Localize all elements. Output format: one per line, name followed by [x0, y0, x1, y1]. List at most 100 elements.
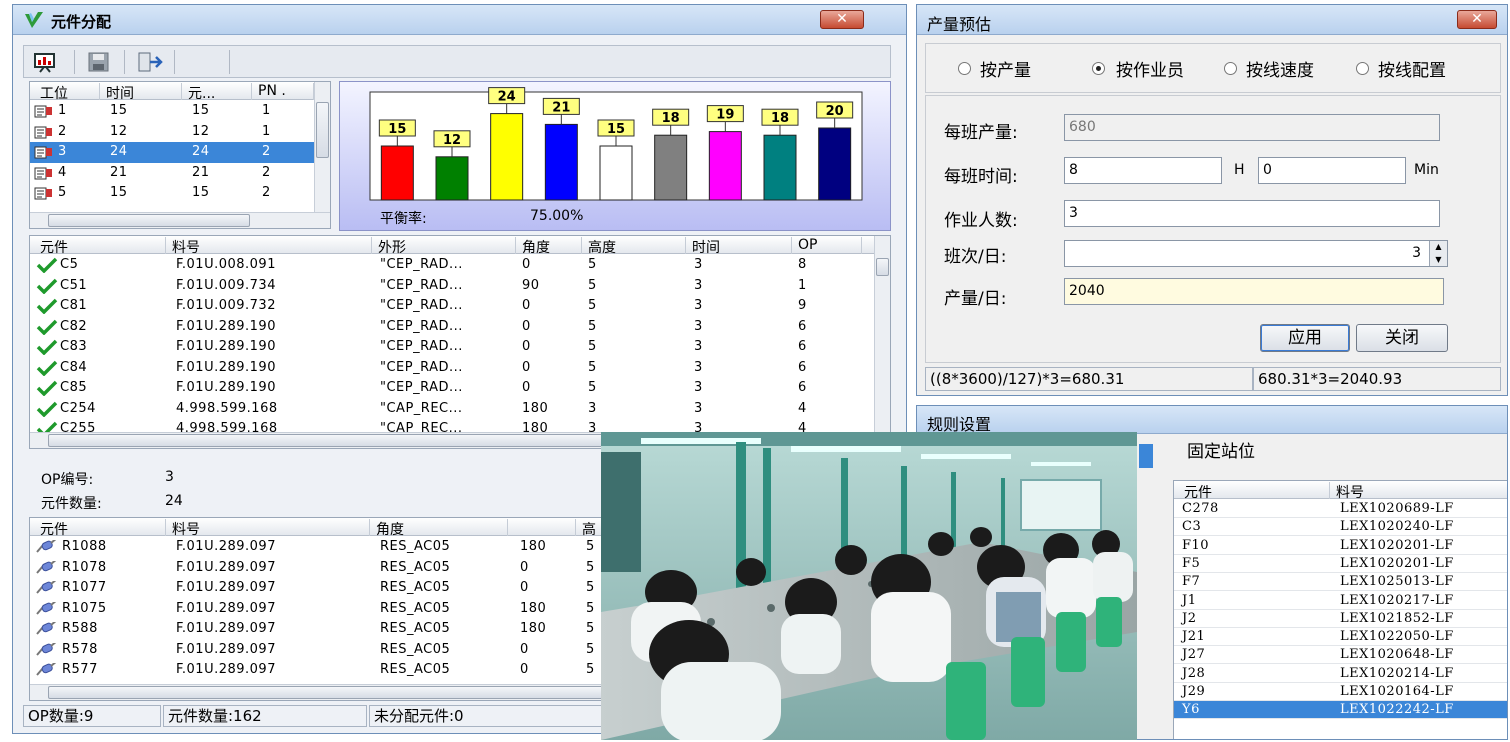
component-cell: 5	[588, 359, 597, 375]
radio-label[interactable]: 按产量	[980, 56, 1031, 81]
close-button[interactable]: ✕	[1457, 10, 1497, 29]
operators-field[interactable]: 3	[1064, 200, 1440, 227]
rule-row[interactable]: J1 LEX1020217-LF	[1174, 592, 1507, 610]
radio-by-line-config[interactable]	[1356, 62, 1369, 75]
op-row[interactable]: R1078 F.01U.289.097 RES_AC05 0 5	[30, 557, 618, 579]
component-row[interactable]: C84 F.01U.289.190 "CEP_RAD... 0 5 3 6	[30, 358, 876, 379]
horizontal-scrollbar[interactable]	[30, 684, 618, 700]
scroll-thumb[interactable]	[48, 214, 250, 227]
rule-row[interactable]: J2 LEX1021852-LF	[1174, 610, 1507, 628]
station-row[interactable]: 5 15 15 2	[30, 183, 316, 204]
stepper-down-button[interactable]: ▼	[1429, 253, 1447, 266]
rule-row[interactable]: C3 LEX1020240-LF	[1174, 518, 1507, 537]
column-header[interactable]: PN .	[252, 83, 314, 100]
vertical-scrollbar[interactable]	[314, 82, 330, 212]
radio-label[interactable]: 按作业员	[1116, 56, 1184, 81]
rule-part-number: LEX1022050-LF	[1340, 629, 1454, 645]
rule-row[interactable]: F5 LEX1020201-LF	[1174, 555, 1507, 573]
column-header[interactable]: 高度	[582, 237, 686, 256]
component-row[interactable]: C81 F.01U.009.732 "CEP_RAD... 0 5 3 9	[30, 296, 876, 317]
close-button[interactable]: ✕	[820, 10, 864, 29]
tab-fixed-station[interactable]: 固定站位	[1187, 437, 1255, 462]
window-title: 元件分配	[51, 13, 112, 31]
radio-by-output[interactable]	[958, 62, 971, 75]
scroll-thumb[interactable]	[316, 102, 329, 158]
op-row[interactable]: R1088 F.01U.289.097 RES_AC05 180 5	[30, 537, 618, 558]
op-row[interactable]: R1077 F.01U.289.097 RES_AC05 0 5	[30, 578, 618, 599]
fixed-station-table[interactable]: 元件 料号 C278 LEX1020689-LF C3 LEX1020240-LF F1…	[1173, 480, 1507, 739]
op-row[interactable]: R1075 F.01U.289.097 RES_AC05 180 5	[30, 598, 618, 620]
station-list[interactable]: 工位 时间 元... PN . 1 15 15 1 2 12 12 1 3 24 24 2 4 21 21 2…	[29, 81, 331, 229]
column-header[interactable]: 外形	[372, 237, 516, 256]
hours-field[interactable]: 8	[1064, 157, 1222, 184]
rule-row[interactable]: F7 LEX1025013-LF	[1174, 573, 1507, 592]
rule-row[interactable]: C278 LEX1020689-LF	[1174, 500, 1507, 518]
column-header[interactable]: 料号	[166, 237, 372, 256]
component-row[interactable]: C5 F.01U.008.091 "CEP_RAD... 0 5 3 8	[30, 255, 876, 276]
radio-by-line-speed[interactable]	[1224, 62, 1237, 75]
save-button[interactable]	[86, 51, 112, 73]
op-cell: 180	[520, 539, 547, 554]
rule-row[interactable]: Y6 LEX1022242-LF	[1174, 701, 1507, 720]
column-header[interactable]: 时间	[100, 83, 182, 102]
shifts-stepper[interactable]: 3 ▲ ▼	[1064, 240, 1448, 267]
component-cell: 3	[694, 339, 703, 354]
rule-row[interactable]: J29 LEX1020164-LF	[1174, 683, 1507, 701]
column-header[interactable]: OP	[792, 237, 862, 254]
op-cell: 5	[586, 559, 595, 575]
radio-by-operator[interactable]	[1092, 62, 1105, 75]
column-header[interactable]: 角度	[370, 519, 508, 538]
close-dialog-button[interactable]: 关闭	[1356, 324, 1448, 352]
component-row[interactable]: C82 F.01U.289.190 "CEP_RAD... 0 5 3 6	[30, 317, 876, 338]
left-pane-selection[interactable]	[1139, 444, 1153, 468]
component-cell: 3	[694, 359, 703, 375]
column-header[interactable]: 时间	[686, 237, 792, 256]
station-row[interactable]: 4 21 21 2	[30, 163, 316, 184]
rule-row[interactable]: J27 LEX1020648-LF	[1174, 646, 1507, 665]
chart-button[interactable]	[32, 51, 58, 73]
column-header[interactable]: 料号	[166, 519, 370, 538]
column-header[interactable]: 元件	[1174, 482, 1330, 501]
column-header[interactable]: 角度	[516, 237, 582, 256]
scroll-thumb[interactable]	[876, 258, 889, 276]
column-header[interactable]: 料号	[1330, 482, 1507, 501]
horizontal-scrollbar[interactable]	[30, 212, 330, 228]
column-header[interactable]: 元...	[182, 83, 252, 102]
scroll-thumb[interactable]	[48, 686, 608, 699]
op-row[interactable]: R588 F.01U.289.097 RES_AC05 180 5	[30, 619, 618, 640]
component-icon	[36, 660, 58, 682]
rule-row[interactable]: J28 LEX1020214-LF	[1174, 665, 1507, 683]
rule-component: J29	[1182, 684, 1206, 699]
op-row[interactable]: R578 F.01U.289.097 RES_AC05 0 5	[30, 639, 618, 661]
toolbar-separator	[124, 50, 125, 74]
component-row[interactable]: C51 F.01U.009.734 "CEP_RAD... 90 5 3 1	[30, 276, 876, 297]
op-component-table[interactable]: 元件 料号 角度 高 R1088 F.01U.289.097 RES_AC05 180…	[29, 517, 619, 701]
component-row[interactable]: C83 F.01U.289.190 "CEP_RAD... 0 5 3 6	[30, 337, 876, 358]
station-row[interactable]: 2 12 12 1	[30, 122, 316, 143]
column-header[interactable]: 元件	[30, 237, 166, 256]
component-row[interactable]: C254 4.998.599.168 "CAP_REC... 180 3 3 4	[30, 399, 876, 420]
op-cell: 0	[520, 580, 529, 595]
stepper-up-button[interactable]: ▲	[1429, 241, 1447, 253]
station-icon	[34, 186, 54, 205]
check-icon	[36, 278, 58, 298]
station-row[interactable]: 1 15 15 1	[30, 101, 316, 122]
vertical-scrollbar[interactable]	[874, 236, 890, 432]
exit-button[interactable]	[136, 51, 164, 73]
column-header[interactable]: 工位	[30, 83, 100, 102]
component-row[interactable]: C85 F.01U.289.190 "CEP_RAD... 0 5 3 6	[30, 378, 876, 399]
minutes-field[interactable]: 0	[1258, 157, 1406, 184]
radio-label[interactable]: 按线速度	[1246, 56, 1314, 81]
station-row[interactable]: 3 24 24 2	[30, 142, 316, 163]
rule-row[interactable]: F10 LEX1020201-LF	[1174, 537, 1507, 555]
component-table[interactable]: 元件 料号 外形 角度 高度 时间 OP C5 F.01U.008.091 "CEP…	[29, 235, 891, 449]
component-cell: 180	[522, 400, 549, 416]
component-cell: 8	[798, 257, 807, 272]
station-cell: 15	[110, 103, 128, 118]
radio-label[interactable]: 按线配置	[1378, 56, 1446, 81]
apply-button[interactable]: 应用	[1260, 324, 1350, 352]
column-header[interactable]	[508, 519, 576, 536]
op-row[interactable]: R577 F.01U.289.097 RES_AC05 0 5	[30, 660, 618, 682]
column-header[interactable]: 元件	[30, 519, 166, 538]
rule-row[interactable]: J21 LEX1022050-LF	[1174, 628, 1507, 647]
